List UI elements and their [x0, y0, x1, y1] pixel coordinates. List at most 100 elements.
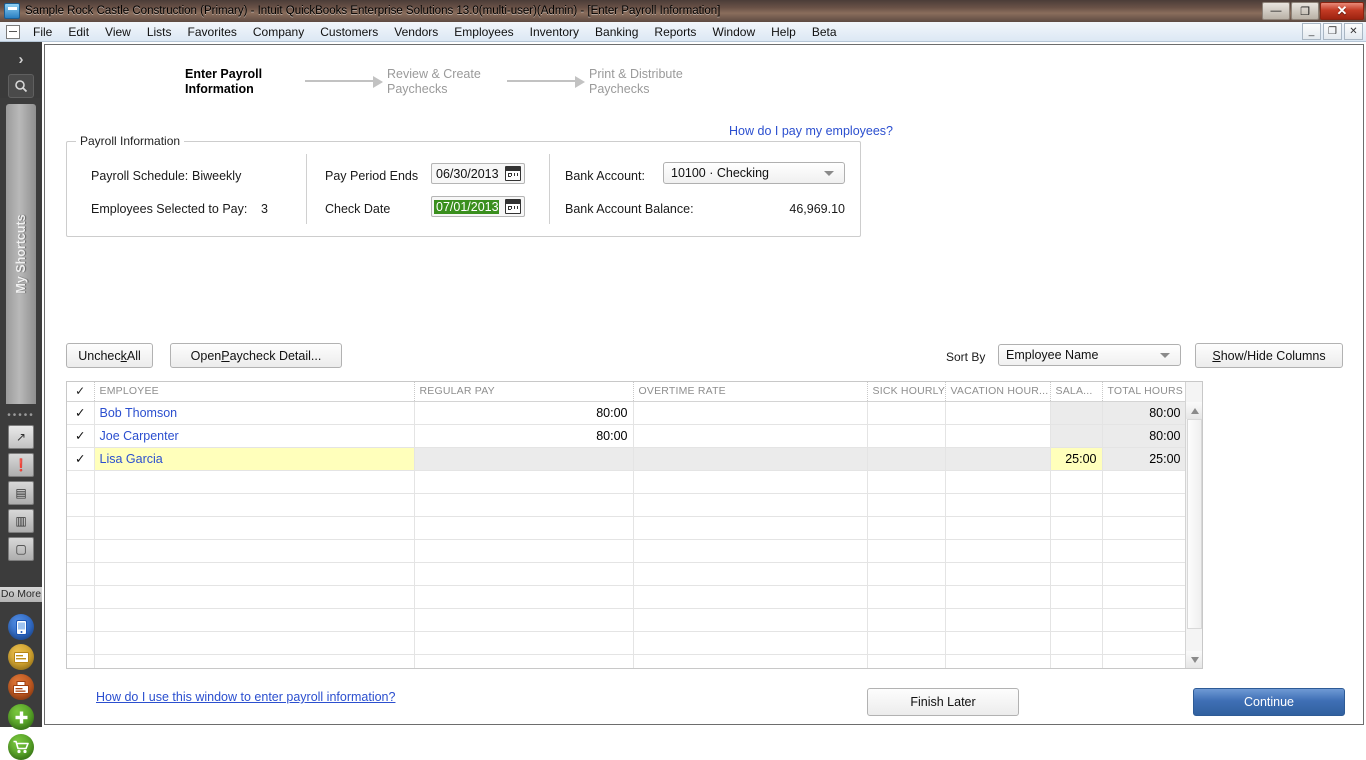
close-button[interactable]: ✕ — [1320, 2, 1364, 20]
menu-item-vendors[interactable]: Vendors — [386, 23, 446, 41]
menu-item-favorites[interactable]: Favorites — [180, 23, 245, 41]
mdi-close-button[interactable]: ✕ — [1344, 23, 1363, 40]
cell-vacation-hourly[interactable] — [945, 447, 1051, 471]
cart-icon[interactable] — [8, 734, 34, 760]
cell-overtime-rate[interactable] — [633, 401, 868, 425]
cell-total-hours: 80:00 — [1102, 401, 1187, 425]
menu-item-banking[interactable]: Banking — [587, 23, 646, 41]
table-row[interactable]: ✓ Lisa Garcia 25:00 25:00 — [67, 447, 1187, 471]
window-title-bar[interactable]: Sample Rock Castle Construction (Primary… — [0, 0, 1366, 22]
menu-item-customers[interactable]: Customers — [312, 23, 386, 41]
sort-by-select[interactable]: Employee Name — [998, 344, 1181, 366]
triangle-down-icon — [1190, 656, 1199, 663]
window-icon[interactable]: ▢ — [8, 537, 34, 561]
calendar-icon[interactable] — [505, 199, 521, 214]
pay-period-ends-input[interactable]: 06/30/2013 — [431, 163, 525, 184]
menu-item-view[interactable]: View — [97, 23, 139, 41]
menu-item-edit[interactable]: Edit — [60, 23, 97, 41]
cell-regular-pay[interactable]: 80:00 — [414, 424, 634, 448]
row-checkbox[interactable]: ✓ — [67, 424, 95, 448]
menu-item-inventory[interactable]: Inventory — [522, 23, 587, 41]
scroll-down-button[interactable] — [1186, 651, 1202, 668]
cell-overtime-rate[interactable] — [633, 424, 868, 448]
minimize-button[interactable]: — — [1262, 2, 1290, 20]
menu-item-window[interactable]: Window — [704, 23, 763, 41]
cell-vacation-hourly[interactable] — [945, 424, 1051, 448]
menu-item-beta[interactable]: Beta — [804, 23, 845, 41]
uncheck-all-button[interactable]: Unchec k All — [66, 343, 153, 368]
table-row-empty[interactable] — [67, 539, 1187, 563]
alert-icon[interactable]: ❗ — [8, 453, 34, 477]
chart-icon[interactable]: ▥ — [8, 509, 34, 533]
table-row-empty[interactable] — [67, 516, 1187, 540]
column-header-employee[interactable]: EMPLOYEE — [94, 382, 415, 402]
cell-employee[interactable]: Joe Carpenter — [94, 424, 415, 448]
scrollbar-thumb[interactable] — [1187, 419, 1202, 629]
drag-handle-dots[interactable]: ••••• — [0, 410, 42, 421]
column-header-check[interactable]: ✓ — [67, 382, 95, 402]
system-menu-icon[interactable] — [6, 24, 20, 39]
column-header-overtime-rate[interactable]: OVERTIME RATE — [633, 382, 868, 402]
continue-button[interactable]: Continue — [1193, 688, 1345, 716]
mdi-restore-button[interactable]: ❐ — [1323, 23, 1342, 40]
menu-item-lists[interactable]: Lists — [139, 23, 180, 41]
cell-salary[interactable] — [1050, 424, 1103, 448]
row-checkbox[interactable]: ✓ — [67, 447, 95, 471]
list-icon[interactable]: ▤ — [8, 481, 34, 505]
calendar-icon[interactable] — [505, 166, 521, 181]
column-header-total-hours[interactable]: TOTAL HOURS — [1102, 382, 1187, 402]
cell-regular-pay[interactable]: 80:00 — [414, 401, 634, 425]
row-checkbox[interactable]: ✓ — [67, 401, 95, 425]
bank-account-select[interactable]: 10100 · Checking — [663, 162, 845, 184]
column-header-regular-pay[interactable]: REGULAR PAY — [414, 382, 634, 402]
table-row-empty[interactable] — [67, 608, 1187, 632]
check-date-value: 07/01/2013 — [434, 199, 499, 214]
open-paycheck-detail-button[interactable]: Open Paycheck Detail... — [170, 343, 342, 368]
restore-button[interactable]: ❐ — [1291, 2, 1319, 20]
cell-salary[interactable] — [1050, 401, 1103, 425]
menu-item-company[interactable]: Company — [245, 23, 312, 41]
menu-item-help[interactable]: Help — [763, 23, 804, 41]
cell-sick-hourly[interactable] — [867, 424, 946, 448]
cell-salary[interactable]: 25:00 — [1050, 447, 1103, 471]
table-row-empty[interactable] — [67, 470, 1187, 494]
mobile-icon[interactable] — [8, 614, 34, 640]
employee-payroll-grid[interactable]: ✓ EMPLOYEE REGULAR PAY OVERTIME RATE SIC… — [66, 381, 1203, 669]
show-hide-columns-button[interactable]: Show/Hide Columns — [1195, 343, 1343, 368]
card-icon[interactable] — [8, 644, 34, 670]
table-row-empty[interactable] — [67, 585, 1187, 609]
cell-sick-hourly[interactable] — [867, 447, 946, 471]
table-row-empty[interactable] — [67, 654, 1187, 668]
menu-item-file[interactable]: File — [25, 23, 60, 41]
table-row-empty[interactable] — [67, 493, 1187, 517]
cell-employee[interactable]: Lisa Garcia — [94, 447, 415, 471]
cell-employee[interactable]: Bob Thomson — [94, 401, 415, 425]
grid-vertical-scrollbar[interactable] — [1185, 382, 1202, 668]
finish-later-button[interactable]: Finish Later — [867, 688, 1019, 716]
print-checks-icon[interactable] — [8, 674, 34, 700]
search-icon[interactable] — [8, 74, 34, 98]
menu-item-reports[interactable]: Reports — [646, 23, 704, 41]
table-row-empty[interactable] — [67, 562, 1187, 586]
expand-chevron-icon[interactable]: › — [0, 46, 42, 72]
scroll-up-button[interactable] — [1186, 402, 1202, 419]
open-windows-icon[interactable]: ↗ — [8, 425, 34, 449]
column-header-salary[interactable]: SALA... — [1050, 382, 1103, 402]
chevron-down-icon — [824, 170, 834, 176]
cell-regular-pay[interactable] — [414, 447, 634, 471]
add-icon[interactable] — [8, 704, 34, 730]
cell-overtime-rate[interactable] — [633, 447, 868, 471]
column-header-sick-hourly[interactable]: SICK HOURLY — [867, 382, 946, 402]
check-date-input[interactable]: 07/01/2013 — [431, 196, 525, 217]
table-row[interactable]: ✓ Bob Thomson 80:00 80:00 — [67, 401, 1187, 425]
column-header-vacation-hourly[interactable]: VACATION HOUR... — [945, 382, 1051, 402]
how-do-i-pay-employees-link[interactable]: How do I pay my employees? — [729, 124, 893, 138]
mdi-minimize-button[interactable]: _ — [1302, 23, 1321, 40]
menu-item-employees[interactable]: Employees — [446, 23, 521, 41]
cell-sick-hourly[interactable] — [867, 401, 946, 425]
cell-vacation-hourly[interactable] — [945, 401, 1051, 425]
how-do-i-use-window-link[interactable]: How do I use this window to enter payrol… — [96, 690, 395, 704]
my-shortcuts-tab[interactable]: My Shortcuts — [6, 104, 36, 404]
table-row[interactable]: ✓ Joe Carpenter 80:00 80:00 — [67, 424, 1187, 448]
table-row-empty[interactable] — [67, 631, 1187, 655]
